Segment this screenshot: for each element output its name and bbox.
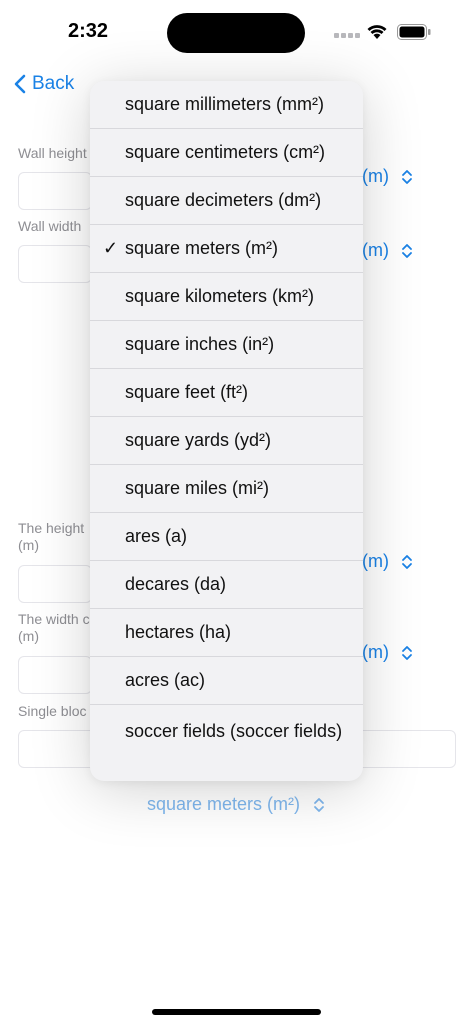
menu-item-square-feet[interactable]: square feet (ft²) <box>90 369 363 417</box>
wall-width-unit-label: (m) <box>362 240 389 260</box>
block-width-unit-label: (m) <box>362 642 389 662</box>
block-height-unit-selector[interactable]: (m) <box>362 551 413 572</box>
block-height-label-text: The height <box>18 520 85 536</box>
wall-width-input[interactable] <box>18 245 92 283</box>
menu-item-square-decimeters[interactable]: square decimeters (dm²) <box>90 177 363 225</box>
menu-item-square-centimeters[interactable]: square centimeters (cm²) <box>90 129 363 177</box>
menu-item-decares[interactable]: decares (da) <box>90 561 363 609</box>
wall-height-label: Wall height <box>18 145 87 161</box>
block-width-input[interactable] <box>18 656 92 694</box>
chevron-up-down-icon <box>402 554 412 569</box>
menu-item-square-inches[interactable]: square inches (in²) <box>90 321 363 369</box>
menu-item-square-kilometers[interactable]: square kilometers (km²) <box>90 273 363 321</box>
single-block-label: Single bloc <box>18 703 87 719</box>
menu-item-square-yards[interactable]: square yards (yd²) <box>90 417 363 465</box>
block-width-label-unit: (m) <box>18 628 39 644</box>
chevron-up-down-icon <box>402 169 412 184</box>
block-height-label-unit: (m) <box>18 537 39 553</box>
wall-height-unit-selector[interactable]: (m) <box>362 166 413 187</box>
block-height-label: The height (m) <box>18 520 84 554</box>
block-width-label-text: The width c <box>18 611 90 627</box>
chevron-up-down-icon <box>314 798 324 813</box>
menu-item-square-millimeters[interactable]: square millimeters (mm²) <box>90 81 363 129</box>
block-height-input[interactable] <box>18 565 92 603</box>
checkmark-icon: ✓ <box>103 238 119 258</box>
area-unit-menu: square millimeters (mm²) square centimet… <box>90 81 363 781</box>
home-indicator[interactable] <box>152 1009 321 1015</box>
chevron-up-down-icon <box>402 243 412 258</box>
block-height-unit-label: (m) <box>362 551 389 571</box>
menu-item-ares[interactable]: ares (a) <box>90 513 363 561</box>
menu-item-square-miles[interactable]: square miles (mi²) <box>90 465 363 513</box>
wall-height-unit-label: (m) <box>362 166 389 186</box>
menu-item-acres[interactable]: acres (ac) <box>90 657 363 705</box>
block-width-label: The width c (m) <box>18 611 90 645</box>
wall-width-label: Wall width <box>18 218 82 234</box>
wall-width-unit-selector[interactable]: (m) <box>362 240 413 261</box>
menu-item-square-meters[interactable]: ✓ square meters (m²) <box>90 225 363 273</box>
result-unit-selector[interactable]: square meters (m²) <box>0 794 472 815</box>
wall-height-input[interactable] <box>18 172 92 210</box>
menu-item-soccer-fields[interactable]: soccer fields (soccer fields) <box>90 706 363 778</box>
menu-item-hectares[interactable]: hectares (ha) <box>90 609 363 657</box>
result-unit-label: square meters (m²) <box>146 794 300 814</box>
block-width-unit-selector[interactable]: (m) <box>362 642 413 663</box>
chevron-up-down-icon <box>402 645 412 660</box>
